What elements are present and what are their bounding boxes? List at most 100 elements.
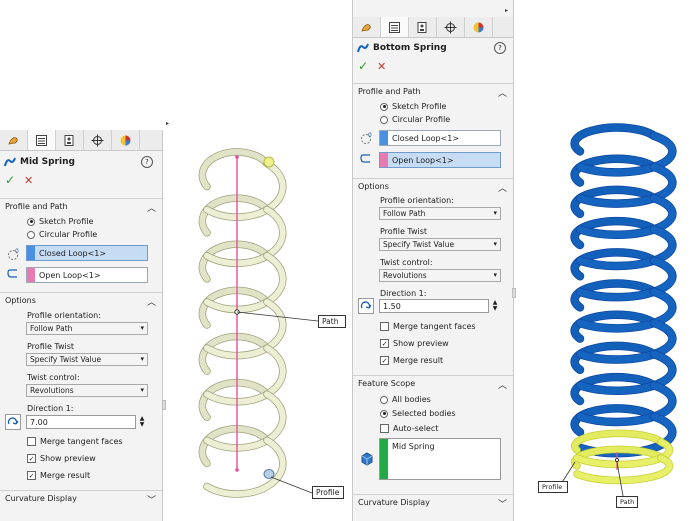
show-preview-checkbox-row[interactable]: ✓ Show preview (27, 454, 96, 463)
radio-button-selected[interactable] (380, 102, 388, 111)
collapse-chevron-icon[interactable]: ︿ (147, 295, 156, 308)
reverse-direction-button[interactable] (358, 298, 374, 314)
section-label: Profile and Path (5, 202, 68, 211)
cancel-x-icon[interactable]: ✕ (24, 174, 33, 187)
helix-spring-a[interactable] (198, 148, 287, 498)
path-color-swatch (27, 268, 35, 282)
collapse-chevron-icon[interactable]: ︿ (147, 201, 156, 214)
radio-label: Circular Profile (39, 230, 98, 239)
swept-boss-icon (4, 157, 16, 167)
feature-manager-tab[interactable] (0, 130, 28, 150)
show-preview-checkbox[interactable]: ✓ (27, 454, 36, 463)
collapse-chevron-icon[interactable]: ︿ (498, 378, 507, 391)
reverse-direction-button[interactable] (5, 414, 21, 430)
radio-button-selected[interactable] (27, 217, 35, 226)
profile-selection-box[interactable]: Closed Loop<1> (379, 130, 501, 146)
section-label: Feature Scope (358, 379, 416, 388)
feature-tree-icon (361, 23, 371, 32)
radio-selected-bodies[interactable]: Selected bodies (380, 409, 456, 418)
direction-label: Direction 1: (380, 289, 427, 298)
collapse-chevron-icon[interactable]: ︿ (498, 86, 507, 99)
dimxpert-manager-tab[interactable] (84, 130, 112, 150)
show-preview-checkbox-row[interactable]: ✓ Show preview (380, 339, 449, 348)
auto-select-checkbox[interactable] (380, 424, 389, 433)
help-icon[interactable]: ? (494, 42, 506, 54)
panel-resize-handle[interactable] (162, 400, 166, 410)
twist-dropdown[interactable]: Specify Twist Value ▾ (26, 353, 148, 366)
radio-all-bodies[interactable]: All bodies (380, 395, 431, 404)
merge-tangent-checkbox-row[interactable]: Merge tangent faces (380, 322, 476, 331)
display-manager-tab[interactable] (112, 130, 140, 150)
bodies-selection-list[interactable]: Mid Spring (379, 438, 501, 480)
radio-circular-profile[interactable]: Circular Profile (380, 115, 450, 124)
merge-result-checkbox-row[interactable]: ✓ Merge result (27, 471, 90, 480)
feature-manager-tab[interactable] (353, 17, 381, 37)
merge-result-checkbox[interactable]: ✓ (27, 471, 36, 480)
profile-callout[interactable]: Profile (312, 486, 344, 499)
feature-title: Mid Spring (20, 157, 75, 167)
path-selection-box[interactable]: Open Loop<1> (379, 152, 501, 168)
radio-sketch-profile[interactable]: Sketch Profile (380, 102, 446, 111)
radio-sketch-profile[interactable]: Sketch Profile (27, 217, 93, 226)
checkbox-label: Merge result (393, 356, 444, 365)
ok-check-icon[interactable]: ✓ (358, 59, 368, 73)
section-profile-and-path[interactable]: Profile and Path ︿ (0, 198, 162, 214)
orientation-dropdown[interactable]: Follow Path ▾ (26, 322, 148, 335)
path-color-swatch (380, 153, 388, 167)
show-preview-checkbox[interactable]: ✓ (380, 339, 389, 348)
dropdown-caret-icon: ▾ (493, 271, 497, 279)
merge-result-checkbox-row[interactable]: ✓ Merge result (380, 356, 443, 365)
direction-spin-input[interactable]: 1.50 (379, 299, 489, 313)
ok-check-icon[interactable]: ✓ (5, 173, 15, 187)
radio-button[interactable] (380, 115, 388, 124)
path-selection-box[interactable]: Open Loop<1> (26, 267, 148, 283)
panel-resize-handle[interactable] (512, 288, 516, 298)
spin-arrows[interactable]: ▲ ▼ (491, 300, 499, 312)
orientation-label: Profile orientation: (380, 196, 454, 205)
display-manager-tab[interactable] (465, 17, 493, 37)
profile-selection-value: Closed Loop<1> (39, 248, 107, 258)
spin-arrows[interactable]: ▲ ▼ (138, 416, 146, 428)
dropdown-caret-icon: ▾ (140, 324, 144, 332)
body-list-item[interactable]: Mid Spring (392, 442, 435, 451)
appearance-pie-icon (473, 22, 484, 32)
section-label: Options (5, 296, 36, 305)
section-options[interactable]: Options ︿ (353, 178, 513, 194)
path-selection-value: Open Loop<1> (392, 155, 454, 165)
dimxpert-manager-tab[interactable] (437, 17, 465, 37)
auto-select-checkbox-row[interactable]: Auto-select (380, 424, 438, 433)
merge-tangent-checkbox[interactable] (27, 437, 36, 446)
path-callout[interactable]: Path (616, 496, 638, 508)
help-icon[interactable]: ? (141, 156, 153, 168)
merge-tangent-checkbox-row[interactable]: Merge tangent faces (27, 437, 123, 446)
collapse-chevron-icon[interactable]: ︿ (498, 181, 507, 194)
section-profile-and-path[interactable]: Profile and Path ︿ (353, 83, 513, 99)
merge-result-checkbox[interactable]: ✓ (380, 356, 389, 365)
expand-chevron-icon[interactable]: ﹀ (147, 493, 156, 506)
profile-callout[interactable]: Profile (538, 481, 568, 493)
radio-circular-profile[interactable]: Circular Profile (27, 230, 97, 239)
twist-dropdown[interactable]: Specify Twist Value ▾ (379, 238, 501, 251)
section-curvature-display[interactable]: Curvature Display ﹀ (0, 490, 162, 506)
path-callout[interactable]: Path (318, 315, 346, 328)
orientation-dropdown[interactable]: Follow Path ▾ (379, 207, 501, 220)
radio-button[interactable] (380, 395, 388, 404)
section-curvature-display[interactable]: Curvature Display ﹀ (353, 494, 513, 510)
dropdown-caret-icon: ▾ (493, 209, 497, 217)
cancel-x-icon[interactable]: ✕ (377, 60, 386, 73)
property-manager-tab[interactable] (28, 130, 56, 150)
direction-spin-input[interactable]: 7.00 (26, 415, 136, 429)
property-manager-tab[interactable] (381, 17, 409, 37)
radio-button-selected[interactable] (380, 409, 388, 418)
configuration-manager-tab[interactable] (409, 17, 437, 37)
twist-control-dropdown[interactable]: Revolutions ▾ (26, 384, 148, 397)
merge-tangent-checkbox[interactable] (380, 322, 389, 331)
configuration-manager-tab[interactable] (56, 130, 84, 150)
helix-spring-b[interactable] (570, 123, 677, 458)
section-options[interactable]: Options ︿ (0, 292, 162, 308)
radio-button[interactable] (27, 230, 35, 239)
profile-selection-box[interactable]: Closed Loop<1> (26, 245, 148, 261)
section-feature-scope[interactable]: Feature Scope ︿ (353, 375, 513, 391)
twist-control-dropdown[interactable]: Revolutions ▾ (379, 269, 501, 282)
expand-chevron-icon[interactable]: ﹀ (498, 497, 507, 510)
